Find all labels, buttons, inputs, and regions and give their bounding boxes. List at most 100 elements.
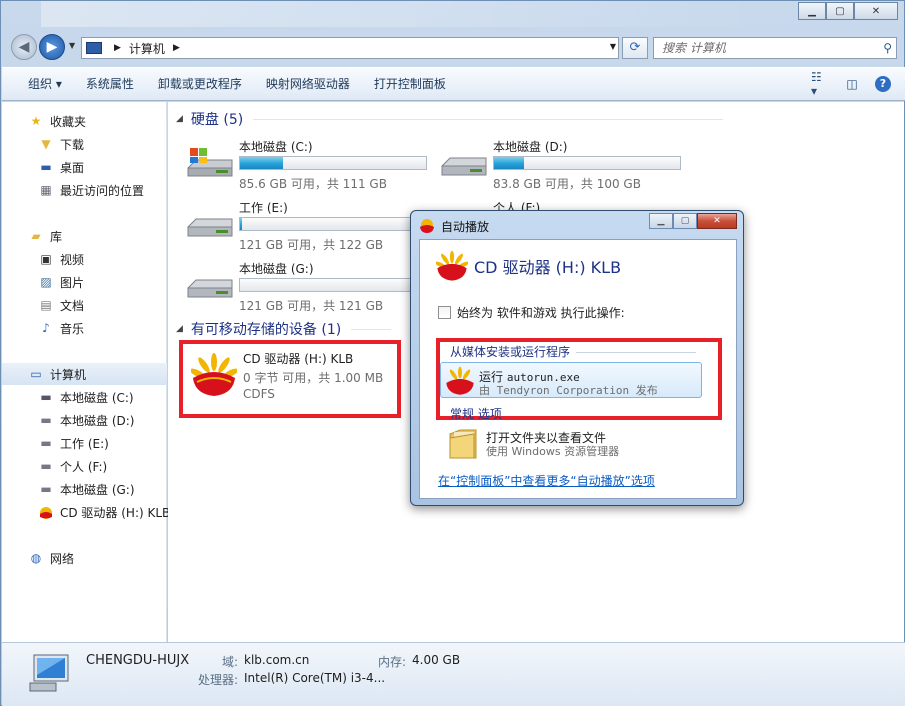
open-option-subtitle: 使用 Windows 资源管理器	[486, 445, 620, 458]
cpu-label: 处理器:	[198, 673, 239, 687]
section-title: 从媒体安装或运行程序	[450, 345, 571, 359]
nav-label: 音乐	[60, 321, 85, 336]
recent-pages-dropdown[interactable]: ▼	[69, 41, 75, 50]
minimize-button[interactable]: ▁	[798, 2, 826, 20]
section-general-header: 常规 选项	[450, 407, 502, 421]
drive-usage-fill	[240, 218, 242, 230]
address-text: 计算机	[128, 41, 165, 56]
download-folder-icon: ▼	[41, 137, 51, 151]
nav-computer[interactable]: ▭ 计算机	[2, 363, 167, 385]
control-panel-link[interactable]: 在“控制面板”中查看更多“自动播放”选项	[438, 472, 655, 489]
nav-label: 收藏夹	[50, 114, 87, 129]
run-autorun-option[interactable]: 运行 autorun.exe 由 Tendyron Corporation 发布	[440, 362, 702, 398]
drive-usage-bar	[239, 156, 427, 170]
drive-tile-e[interactable]: 工作 (E:) 121 GB 可用，共 122 GB	[186, 199, 436, 257]
organize-button[interactable]: 组织 ▾	[16, 72, 74, 96]
nav-drive-g[interactable]: ▬ 本地磁盘 (G:)	[38, 478, 134, 500]
video-icon: ▣	[40, 252, 52, 266]
autoplay-dialog: 自动播放 ▁ ▢ ✕ CD 驱动器 (H:) KLB 始终为 软件和游戏 执行此…	[410, 210, 744, 506]
divider	[576, 352, 697, 353]
nav-drive-c[interactable]: ▬ 本地磁盘 (C:)	[38, 386, 133, 408]
nav-libraries[interactable]: ▰ 库	[28, 225, 62, 247]
drive-tile-g[interactable]: 本地磁盘 (G:) 121 GB 可用，共 121 GB	[186, 260, 436, 318]
nav-recent[interactable]: ▦ 最近访问的位置	[38, 179, 144, 201]
nav-label: 个人 (F:)	[60, 459, 108, 474]
nav-downloads[interactable]: ▼ 下载	[38, 133, 84, 155]
forward-button[interactable]: ▶	[39, 34, 65, 60]
music-icon: ♪	[42, 321, 50, 335]
address-dropdown-icon[interactable]: ▼	[610, 42, 616, 51]
star-icon: ★	[30, 114, 42, 128]
checkbox-box[interactable]	[438, 306, 451, 319]
nav-network[interactable]: ◍ 网络	[28, 547, 74, 569]
nav-favorites[interactable]: ★ 收藏夹	[28, 110, 86, 132]
domain-label: 域:	[222, 655, 239, 669]
hard-drive-icon	[441, 157, 487, 176]
dialog-body: CD 驱动器 (H:) KLB 始终为 软件和游戏 执行此操作: 从媒体安装或运…	[419, 239, 737, 499]
cd-drive-tile[interactable]: CD 驱动器 (H:) KLB 0 字节 可用，共 1.00 MB CDFS	[179, 340, 401, 418]
document-icon: ▤	[40, 298, 52, 312]
drive-tile-c[interactable]: 本地磁盘 (C:) 85.6 GB 可用，共 111 GB	[186, 138, 436, 196]
map-drive-button[interactable]: 映射网络驱动器	[254, 72, 362, 96]
nav-label: 图片	[60, 275, 85, 290]
maximize-button[interactable]: ▢	[826, 2, 854, 20]
control-panel-button[interactable]: 打开控制面板	[362, 72, 458, 96]
nav-drive-h[interactable]: CD 驱动器 (H:) KLB	[38, 501, 170, 523]
cd-drive-free-space: 0 字节 可用，共 1.00 MB	[243, 371, 384, 385]
navigation-pane: ★ 收藏夹 ▼ 下载 ▬ 桌面 ▦ 最近访问的位置 ▰ 库 ▣ 视频 ▨ 图片 ▤ 文档 ♪ 音乐…	[2, 102, 170, 642]
nav-label: 库	[50, 229, 63, 244]
nav-label: 文档	[60, 298, 85, 313]
drive-free-space: 85.6 GB 可用，共 111 GB	[239, 177, 387, 191]
dialog-title: 自动播放	[441, 219, 490, 234]
dialog-minimize-button[interactable]: ▁	[649, 213, 673, 229]
drive-usage-bar	[493, 156, 681, 170]
computer-icon: ▭	[30, 367, 42, 381]
hard-drive-icon	[187, 279, 233, 298]
dialog-heading-text: CD 驱动器 (H:) KLB	[474, 258, 622, 277]
close-button[interactable]: ✕	[854, 2, 898, 20]
system-properties-button[interactable]: 系统属性	[74, 72, 146, 96]
nav-documents[interactable]: ▤ 文档	[38, 294, 84, 316]
nav-drive-f[interactable]: ▬ 个人 (F:)	[38, 455, 107, 477]
preview-pane-icon[interactable]: ◫	[843, 76, 861, 92]
help-icon[interactable]: ?	[875, 76, 891, 92]
drive-name: 本地磁盘 (G:)	[239, 262, 314, 276]
memory-value: 4.00 GB	[412, 653, 461, 667]
drive-free-space: 83.8 GB 可用，共 100 GB	[493, 177, 641, 191]
nav-videos[interactable]: ▣ 视频	[38, 248, 84, 270]
drive-tile-d[interactable]: 本地磁盘 (D:) 83.8 GB 可用，共 100 GB	[440, 138, 690, 196]
computer-icon	[86, 42, 102, 54]
collapse-icon: ◢	[176, 324, 183, 334]
nav-drive-e[interactable]: ▬ 工作 (E:)	[38, 432, 108, 454]
back-button[interactable]: ◀	[11, 34, 37, 60]
view-options-icon[interactable]: ☷ ▾	[811, 70, 829, 98]
petrochina-logo-icon	[420, 219, 434, 233]
petrochina-logo-icon	[436, 250, 468, 281]
nav-label: 视频	[60, 252, 85, 267]
search-icon[interactable]: ⚲	[883, 38, 892, 58]
chevron-right-icon: ▶	[114, 43, 121, 53]
memory-label: 内存:	[378, 655, 407, 669]
nav-drive-d[interactable]: ▬ 本地磁盘 (D:)	[38, 409, 134, 431]
nav-desktop[interactable]: ▬ 桌面	[38, 156, 84, 178]
uninstall-button[interactable]: 卸载或更改程序	[146, 72, 254, 96]
dialog-close-button[interactable]: ✕	[697, 213, 737, 229]
open-folder-option[interactable]: 打开文件夹以查看文件 使用 Windows 资源管理器	[446, 428, 706, 464]
nav-pictures[interactable]: ▨ 图片	[38, 271, 84, 293]
search-input[interactable]: 搜索 计算机 ⚲	[653, 37, 897, 59]
always-do-checkbox[interactable]: 始终为 软件和游戏 执行此操作:	[438, 304, 625, 321]
hard-drive-icon	[187, 218, 233, 237]
drive-name: 本地磁盘 (C:)	[239, 140, 313, 154]
window-buttons: ▁ ▢ ✕	[798, 2, 898, 20]
dialog-window-buttons: ▁ ▢ ✕	[649, 213, 737, 229]
refresh-button[interactable]: ⟳	[622, 37, 648, 59]
nav-music[interactable]: ♪ 音乐	[38, 317, 84, 339]
group-header-hdd[interactable]: ◢ 硬盘 (5)	[176, 109, 724, 129]
drive-name: 工作 (E:)	[239, 201, 288, 215]
group-header-removable[interactable]: ◢ 有可移动存储的设备 (1)	[176, 319, 392, 339]
computer-icon	[29, 654, 69, 692]
dialog-maximize-button[interactable]: ▢	[673, 213, 697, 229]
address-bar[interactable]: ▶ 计算机 ▶ ▼	[81, 37, 619, 59]
nav-label: 桌面	[60, 160, 85, 175]
command-bar: 组织 ▾ 系统属性 卸载或更改程序 映射网络驱动器 打开控制面板 ☷ ▾ ◫ ?	[2, 67, 905, 101]
